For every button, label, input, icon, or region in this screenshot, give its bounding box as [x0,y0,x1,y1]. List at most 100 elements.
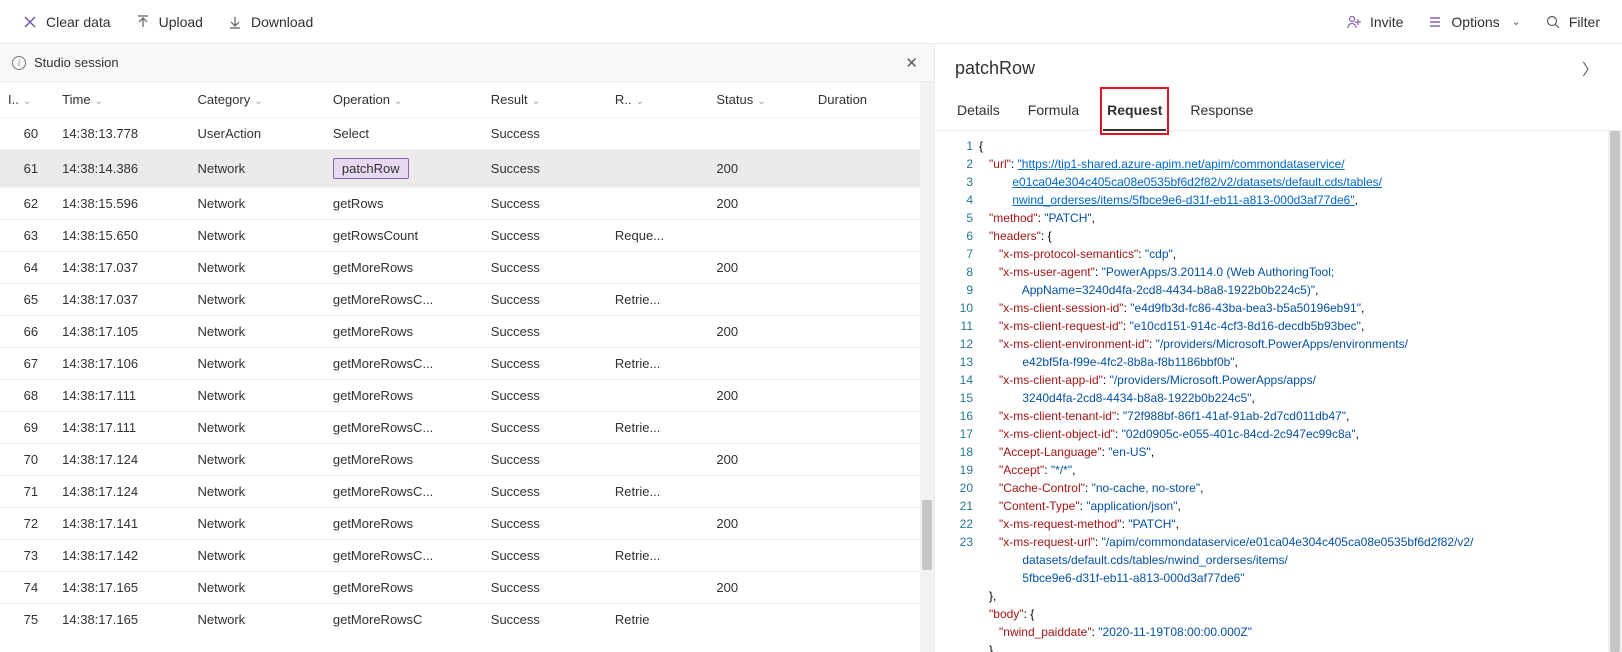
table-row[interactable]: 6014:38:13.778UserActionSelectSuccess [0,118,934,150]
request-code[interactable]: 1−234−567891011121314151617181920−212223… [935,131,1622,652]
tab-response[interactable]: Response [1188,92,1255,130]
cell-result: Success [483,508,607,540]
tab-formula[interactable]: Formula [1026,92,1081,130]
cell-r: Retrie... [607,348,709,380]
column-index[interactable]: I..⌄ [0,82,54,118]
cell-index: 73 [0,540,54,572]
cell-time: 14:38:14.386 [54,150,189,188]
table-row[interactable]: 7214:38:17.141NetworkgetMoreRowsSuccess2… [0,508,934,540]
chevron-down-icon: ⌄ [635,96,643,107]
cell-result: Success [483,412,607,444]
column-time[interactable]: Time⌄ [54,82,189,118]
list-icon [1427,14,1443,30]
cell-r [607,444,709,476]
vertical-scrollbar[interactable] [920,82,934,652]
chevron-down-icon: ⌄ [532,96,540,107]
table-row[interactable]: 6314:38:15.650NetworkgetRowsCountSuccess… [0,220,934,252]
tab-request[interactable]: Request [1105,92,1164,130]
cell-result: Success [483,540,607,572]
cell-operation: Select [325,118,483,150]
table-row[interactable]: 6114:38:14.386NetworkpatchRowSuccess200 [0,150,934,188]
cell-index: 64 [0,252,54,284]
cell-operation: getRowsCount [325,220,483,252]
column-duration[interactable]: Duration [810,82,934,118]
cell-time: 14:38:17.105 [54,316,189,348]
table-row[interactable]: 6714:38:17.106NetworkgetMoreRowsC...Succ… [0,348,934,380]
table-row[interactable]: 6514:38:17.037NetworkgetMoreRowsC...Succ… [0,284,934,316]
chevron-down-icon: ⌄ [1512,15,1521,28]
code-scrollbar-thumb[interactable] [1610,131,1620,652]
options-button[interactable]: Options ⌄ [1417,8,1530,36]
cell-category: Network [190,476,325,508]
cell-duration [810,150,934,188]
scrollbar-thumb[interactable] [922,500,932,570]
cell-result: Success [483,220,607,252]
cell-time: 14:38:15.596 [54,188,189,220]
cell-status [708,284,810,316]
table-row[interactable]: 6414:38:17.037NetworkgetMoreRowsSuccess2… [0,252,934,284]
cell-duration [810,476,934,508]
cell-category: Network [190,316,325,348]
cell-index: 75 [0,604,54,636]
cell-status: 200 [708,252,810,284]
column-result[interactable]: Result⌄ [483,82,607,118]
table-row[interactable]: 6814:38:17.111NetworkgetMoreRowsSuccess2… [0,380,934,412]
cell-time: 14:38:17.111 [54,380,189,412]
detail-title: patchRow [955,58,1035,79]
upload-button[interactable]: Upload [125,8,213,36]
chevron-down-icon: ⌄ [95,96,103,107]
upload-label: Upload [159,14,203,30]
cell-index: 72 [0,508,54,540]
clear-data-button[interactable]: Clear data [12,8,121,36]
table-row[interactable]: 6214:38:15.596NetworkgetRowsSuccess200 [0,188,934,220]
cell-category: Network [190,412,325,444]
cell-r: Retrie... [607,476,709,508]
table-row[interactable]: 7314:38:17.142NetworkgetMoreRowsC...Succ… [0,540,934,572]
cell-operation: getMoreRowsC [325,604,483,636]
cell-index: 65 [0,284,54,316]
cell-category: Network [190,348,325,380]
cell-result: Success [483,444,607,476]
cell-category: Network [190,220,325,252]
column-operation[interactable]: Operation⌄ [325,82,483,118]
column-r[interactable]: R..⌄ [607,82,709,118]
cell-r: Retrie... [607,284,709,316]
code-vertical-scrollbar[interactable] [1608,131,1622,652]
table-row[interactable]: 7114:38:17.124NetworkgetMoreRowsC...Succ… [0,476,934,508]
column-category[interactable]: Category⌄ [190,82,325,118]
cell-status: 200 [708,508,810,540]
cell-status [708,476,810,508]
close-session-button[interactable]: ✕ [901,50,922,76]
cell-duration [810,604,934,636]
cell-category: Network [190,150,325,188]
table-row[interactable]: 6614:38:17.105NetworkgetMoreRowsSuccess2… [0,316,934,348]
cell-time: 14:38:17.124 [54,476,189,508]
cell-index: 60 [0,118,54,150]
table-row[interactable]: 7014:38:17.124NetworkgetMoreRowsSuccess2… [0,444,934,476]
cell-operation: getMoreRowsC... [325,412,483,444]
cell-result: Success [483,476,607,508]
cell-status: 200 [708,316,810,348]
cell-r: Reque... [607,220,709,252]
chevron-right-icon[interactable]: 〉 [1578,52,1602,84]
filter-button[interactable]: Filter [1535,8,1610,36]
cell-duration [810,284,934,316]
cell-index: 74 [0,572,54,604]
cell-time: 14:38:15.650 [54,220,189,252]
download-button[interactable]: Download [217,8,323,36]
cell-index: 63 [0,220,54,252]
cell-category: Network [190,284,325,316]
cell-duration [810,540,934,572]
table-row[interactable]: 6914:38:17.111NetworkgetMoreRowsC...Succ… [0,412,934,444]
filter-icon [1545,14,1561,30]
cell-status: 200 [708,188,810,220]
cell-operation: getRows [325,188,483,220]
invite-button[interactable]: Invite [1336,8,1413,36]
table-row[interactable]: 7514:38:17.165NetworkgetMoreRowsCSuccess… [0,604,934,636]
tab-details[interactable]: Details [955,92,1002,130]
cell-operation: getMoreRowsC... [325,540,483,572]
table-row[interactable]: 7414:38:17.165NetworkgetMoreRowsSuccess2… [0,572,934,604]
column-status[interactable]: Status⌄ [708,82,810,118]
cell-time: 14:38:17.124 [54,444,189,476]
cell-result: Success [483,572,607,604]
